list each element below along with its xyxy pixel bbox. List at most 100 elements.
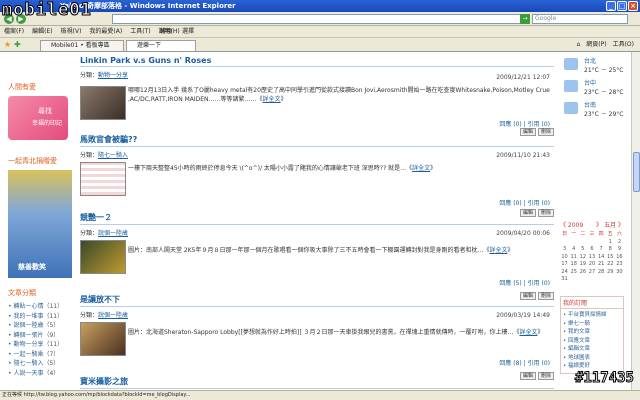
post-title[interactable]: 馬敗官會被騙?? [80, 134, 554, 147]
calendar-day[interactable]: 17 [560, 261, 569, 269]
calendar-day[interactable]: 27 [587, 269, 596, 277]
subscription-item[interactable]: • 回應文章 [563, 337, 621, 346]
minimize-button[interactable]: _ [606, 1, 616, 11]
address-bar[interactable] [112, 14, 524, 24]
window-titlebar: Yahoo!奇摩部落格 - Windows Internet Explorer … [0, 0, 640, 12]
category-item[interactable]: • 動物一分享（11） [8, 340, 74, 350]
read-more-link[interactable]: 詳全文 [519, 329, 537, 336]
calendar-day[interactable]: 14 [597, 254, 606, 262]
promo-banner[interactable]: 尋找 幸福的印記 [8, 96, 68, 140]
calendar-day[interactable]: 29 [606, 269, 615, 277]
post-footer[interactable]: 回應 (0) | 引用 (0) [499, 198, 550, 207]
select-button[interactable]: 選擇 [182, 26, 194, 38]
post-footer[interactable]: 回應 (0) | 引用 (0) [499, 119, 550, 128]
category-item[interactable]: • 人說一天事（4） [8, 369, 74, 379]
category-item[interactable]: • 隨七一騎入（5） [8, 359, 74, 369]
go-icon[interactable]: → [520, 14, 530, 24]
subscription-item[interactable]: • 地球圖表 [563, 354, 621, 363]
calendar-day[interactable]: 11 [569, 254, 578, 262]
blog-post: 馬敗官會被騙?? 分類：隨七一騎入 2009/11/10 21:43 一樓下兩天… [80, 134, 554, 208]
post-title[interactable]: 競艷一２ [80, 212, 554, 225]
calendar-day[interactable]: 25 [569, 269, 578, 277]
blog-post: 是讓放不下 分類：說個一陸歲 2009/03/19 14:49 圖片：北海道Sh… [80, 294, 554, 368]
calendar-day[interactable]: 18 [569, 261, 578, 269]
calendar-day[interactable]: 26 [578, 269, 587, 277]
blog-post: Linkin Park v.s Guns n' Roses 分類：動物一分享 2… [80, 56, 554, 128]
search-input[interactable]: Google [532, 14, 628, 24]
tools-menu[interactable]: 工具(O) [613, 40, 634, 50]
translate-button[interactable]: 轉換 [160, 26, 172, 38]
category-item[interactable]: • 一起一騎乘（7） [8, 350, 74, 360]
post-footer[interactable]: 回應 (8) | 引用 (0) [499, 358, 550, 367]
menu-favorites[interactable]: 我的最愛(A) [89, 26, 122, 37]
subscription-item[interactable]: • 我的文章 [563, 328, 621, 337]
promo-line2: 幸福的印記 [32, 120, 63, 127]
calendar-day[interactable]: 22 [606, 261, 615, 269]
calendar-day [597, 239, 606, 247]
calendar-day[interactable]: 30 [615, 269, 624, 277]
scrollbar-thumb[interactable] [633, 152, 640, 192]
tab-mobile01[interactable]: Mobile01 • 看板專區 [40, 40, 124, 51]
calendar-day[interactable]: 10 [560, 254, 569, 262]
blog-post: 競艷一２ 分類：說個一陸歲 2009/04/20 00:06 圖片：南部人鬧天堂… [80, 212, 554, 288]
category-item[interactable]: • 我的一堆事（11） [8, 312, 74, 322]
calendar-day[interactable]: 2 [615, 239, 624, 247]
page-menu[interactable]: 網頁(P) [586, 40, 606, 50]
menu-edit[interactable]: 編輯(E) [32, 26, 52, 37]
calendar-day[interactable]: 8 [606, 246, 615, 254]
calendar-day[interactable]: 6 [587, 246, 596, 254]
post-thumbnail[interactable] [80, 86, 126, 120]
category-item[interactable]: • 說個一陸歲（5） [8, 321, 74, 331]
calendar-day[interactable]: 15 [606, 254, 615, 262]
subscription-list: • 平台寶貝採情婦 • 樂七一騎 • 我的文章 • 回應文章 • 編輯文章 • 地球圖表 •… [561, 309, 623, 373]
add-favorite-icon[interactable]: ✚ [14, 40, 21, 49]
tab-blog[interactable]: 遊樂一下 [126, 40, 196, 51]
calendar-day[interactable]: 5 [578, 246, 587, 254]
calendar-prev[interactable]: 《 2009 [560, 220, 583, 229]
calendar-day[interactable]: 1 [606, 239, 615, 247]
subscription-item[interactable]: • 平台寶貝採情婦 [563, 311, 621, 320]
post-thumbnail[interactable] [80, 240, 126, 274]
calendar-day[interactable]: 19 [578, 261, 587, 269]
menu-tools[interactable]: 工具(T) [130, 26, 150, 37]
calendar-day[interactable]: 28 [597, 269, 606, 277]
post-title[interactable]: 是讓放不下 [80, 294, 554, 307]
calendar-day[interactable]: 31 [560, 276, 569, 284]
maximize-button[interactable]: □ [617, 1, 627, 11]
calendar-day[interactable]: 16 [615, 254, 624, 262]
calendar-next[interactable]: 》 五月 》 [596, 220, 624, 229]
calendar-day[interactable]: 21 [597, 261, 606, 269]
post-title[interactable]: Linkin Park v.s Guns n' Roses [80, 56, 554, 67]
menu-file[interactable]: 檔案(F) [4, 26, 24, 37]
menu-view[interactable]: 檢視(V) [61, 26, 82, 37]
calendar-weekday: 一 [571, 231, 577, 237]
post-title[interactable]: 寶米攝影之旅 [80, 376, 554, 389]
calendar-day[interactable]: 13 [587, 254, 596, 262]
subscription-item[interactable]: • 樂七一騎 [563, 320, 621, 329]
weather-item: 台南 23°C － 29°C [560, 100, 626, 122]
subscription-item[interactable]: • 編輯文章 [563, 345, 621, 354]
vertical-scrollbar[interactable] [631, 52, 640, 390]
category-item[interactable]: • 轉個一張片（9） [8, 331, 74, 341]
post-thumbnail[interactable] [80, 322, 126, 356]
calendar-day[interactable]: 20 [587, 261, 596, 269]
post-footer[interactable]: 回應 (5) | 引用 (0) [499, 278, 550, 287]
calendar-grid: 日一二三四五六 1 2 3 4 5 6 7 8 9 10 11 12 13 14 15 16 17 18 19 20 21… [560, 231, 624, 284]
calendar-day[interactable]: 24 [560, 269, 569, 277]
home-icon[interactable]: ⌂ [576, 40, 580, 50]
calendar-day[interactable]: 12 [578, 254, 587, 262]
calendar-day[interactable]: 4 [569, 246, 578, 254]
category-item[interactable]: • 轉貼一心情（11） [8, 302, 74, 312]
post-thumbnail[interactable] [80, 162, 126, 196]
read-more-link[interactable]: 詳全文 [412, 165, 430, 172]
calendar-day[interactable]: 3 [560, 246, 569, 254]
calendar-day[interactable]: 7 [597, 246, 606, 254]
close-button[interactable]: × [628, 1, 638, 11]
calendar-day[interactable]: 23 [615, 261, 624, 269]
read-more-link[interactable]: 詳全文 [489, 247, 507, 254]
post-date: 2009/04/20 00:06 [496, 230, 550, 237]
charity-photo[interactable]: 慈善歡笑 [8, 170, 72, 278]
calendar-day[interactable]: 9 [615, 246, 624, 254]
read-more-link[interactable]: 詳全文 [263, 96, 281, 103]
favorites-star-icon[interactable]: ★ [4, 40, 11, 49]
